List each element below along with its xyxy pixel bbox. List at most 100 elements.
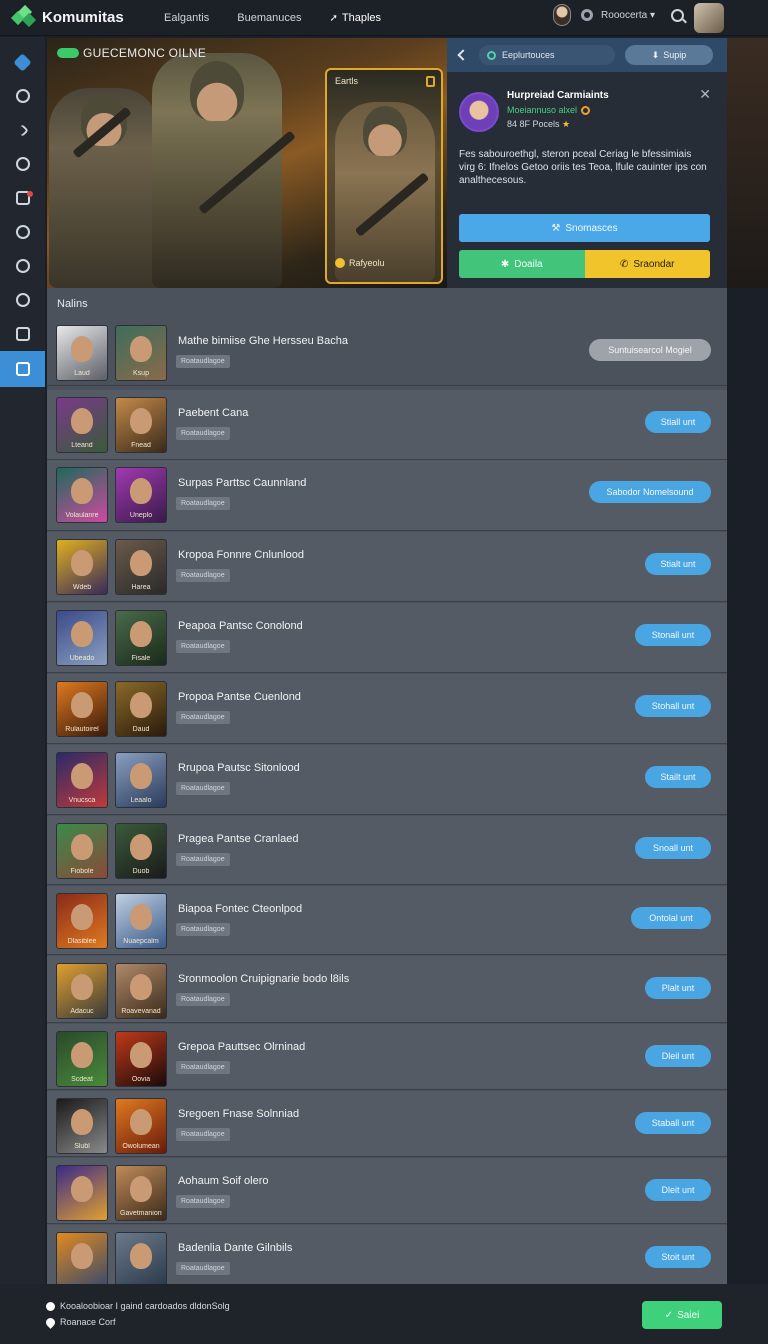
game-thumbnail[interactable] <box>56 1232 108 1284</box>
explore-tab[interactable]: Eeplurtouces <box>479 45 615 65</box>
game-thumbnail[interactable]: Ubeado <box>56 610 108 666</box>
list-item[interactable]: Gavetmaniont Aohaum Soif olero Roataudlago… <box>47 1158 727 1224</box>
search-icon[interactable] <box>671 8 684 22</box>
game-thumbnail[interactable]: Owolumean <box>115 1098 167 1154</box>
panel-edge-art <box>727 38 768 288</box>
character-portrait-icon <box>130 621 152 647</box>
game-thumbnail[interactable]: Adacuc <box>56 963 108 1019</box>
row-action-button[interactable]: Stailt unt <box>645 766 711 788</box>
game-thumbnail[interactable]: Ksup <box>115 325 167 381</box>
sidebar-item-discover[interactable] <box>0 79 45 113</box>
row-action-button[interactable]: Ontolal unt <box>631 907 711 929</box>
game-thumbnail[interactable]: Roavevanad <box>115 963 167 1019</box>
close-icon[interactable]: ✕ <box>699 86 711 103</box>
support-tab[interactable]: ⬇ Supip <box>625 45 713 65</box>
sidebar-item-history[interactable] <box>0 249 45 283</box>
row-action-button[interactable]: Stohall unt <box>635 695 711 717</box>
hero-banner[interactable]: GUECEMONC OILNE Eartls Rafyeolu <box>47 38 447 288</box>
game-thumbnail[interactable]: Leaalo <box>115 752 167 808</box>
list-item[interactable]: Volaulanre Uneplo Surpas Parttsc Caunnland… <box>47 460 727 531</box>
hero-featured-card[interactable]: Eartls Rafyeolu <box>325 68 443 284</box>
game-thumbnail[interactable]: Harea <box>115 539 167 595</box>
game-thumbnail[interactable]: Uneplo <box>115 467 167 523</box>
magnifier-icon <box>15 293 30 307</box>
list-item[interactable]: Ubeado Fisale Peapoa Pantsc Conolond Roatau… <box>47 603 727 673</box>
bookmark-icon[interactable] <box>426 76 435 87</box>
game-thumbnail[interactable]: Scdeat <box>56 1031 108 1087</box>
sidebar-item-layout[interactable] <box>0 351 45 387</box>
standard-button[interactable]: ✆ Sraondar <box>584 250 710 278</box>
game-thumbnail[interactable]: Nuaepcalm <box>115 893 167 949</box>
row-action-button[interactable]: Plalt unt <box>645 977 711 999</box>
sidebar-item-palette[interactable] <box>0 147 45 181</box>
list-item[interactable]: Laud Ksup Mathe bimiise Ghe Hersseu Bacha R… <box>47 318 727 386</box>
game-thumbnail[interactable] <box>115 1232 167 1284</box>
game-thumbnail[interactable]: Wdeb <box>56 539 108 595</box>
sidebar-item-search[interactable] <box>0 283 45 317</box>
game-thumbnail[interactable]: Vnucsca <box>56 752 108 808</box>
list-item[interactable]: Dlasiblee Nuaepcalm Biapoa Fontec Cteonlpo… <box>47 886 727 955</box>
nav-link-2[interactable]: Buemanuces <box>237 12 301 24</box>
panel-description: Fes sabouroethgl, steron pceal Ceriag le… <box>459 149 707 186</box>
sidebar-item-library[interactable] <box>0 181 45 215</box>
sidebar-item-messages[interactable] <box>0 215 45 249</box>
thumbnail-label: Ubeado <box>69 655 95 662</box>
game-thumbnail[interactable]: Laud <box>56 325 108 381</box>
list-item[interactable]: Adacuc Roavevanad Sronmoolon Cruipignarie … <box>47 956 727 1023</box>
card-label: Rafyeolu <box>349 258 385 268</box>
user-avatar[interactable] <box>459 92 499 132</box>
game-thumbnail[interactable]: Fnead <box>115 397 167 453</box>
details-button[interactable]: ✱ Doaila <box>459 250 585 278</box>
nav-link-3[interactable]: ➚ Thaples <box>329 12 381 24</box>
game-thumbnail[interactable]: Gavetmaniont <box>115 1165 167 1221</box>
game-thumbnail[interactable]: Lteand <box>56 397 108 453</box>
game-thumbnail[interactable]: Dlasiblee <box>56 893 108 949</box>
list-item[interactable]: Vnucsca Leaalo Rrupoa Pautsc Sitonlood Roat… <box>47 745 727 815</box>
nav-link-1[interactable]: Ealgantis <box>164 12 209 24</box>
sidebar-item-trending[interactable] <box>0 113 45 147</box>
sidebar-item-home[interactable] <box>0 45 45 79</box>
character-portrait-icon <box>71 904 93 930</box>
row-action-button[interactable]: Stiall unt <box>645 411 711 433</box>
save-button[interactable]: ✓ Saiei <box>642 1301 722 1329</box>
user-summary: Hurpreiad Carmiaints Moeiannuso alxel 84… <box>459 90 609 132</box>
back-chevron-icon[interactable] <box>457 49 469 61</box>
row-action-button[interactable]: Stoit unt <box>645 1246 711 1268</box>
game-thumbnail[interactable]: Fisale <box>115 610 167 666</box>
game-thumbnail[interactable] <box>56 1165 108 1221</box>
row-action-button[interactable]: Sabodor Nomelsound <box>589 481 711 503</box>
game-tag: Roataudlagoe <box>176 1262 230 1275</box>
compass-icon <box>15 89 30 103</box>
row-action-button[interactable]: Staball unt <box>635 1112 711 1134</box>
primary-action-button[interactable]: ⚒ Snomasces <box>459 214 710 242</box>
thumbnail-label: Vnucsca <box>68 797 96 804</box>
game-thumbnail[interactable]: Slubl <box>56 1098 108 1154</box>
user-avatar-small[interactable] <box>553 4 572 26</box>
app-logo[interactable]: Komumitas <box>10 4 142 30</box>
list-item[interactable]: Rulautoirel Daud Propoa Pantse Cuenlond Roa… <box>47 674 727 744</box>
character-portrait-icon <box>71 408 93 434</box>
row-action-button[interactable]: Dleil unt <box>645 1045 711 1067</box>
list-item[interactable]: Slubl Owolumean Sregoen Fnase Solnniad Roat… <box>47 1091 727 1157</box>
game-thumbnail[interactable]: Volaulanre <box>56 467 108 523</box>
game-thumbnail[interactable]: Fiobole <box>56 823 108 879</box>
row-action-button[interactable]: Stonall unt <box>635 624 711 646</box>
row-action-button[interactable]: Dleit unt <box>645 1179 711 1201</box>
account-menu[interactable]: Rooocerta ▾ <box>601 10 655 21</box>
character-portrait-icon <box>130 834 152 860</box>
list-item[interactable]: Scdeat Oovia Grepoa Pauttsec Olrninad Roata… <box>47 1024 727 1090</box>
list-item[interactable]: Lteand Fnead Paebent Cana Roataudlagoe Stial… <box>47 390 727 460</box>
game-thumbnail[interactable]: Rulautoirel <box>56 681 108 737</box>
thumbnail-label: Volaulanre <box>65 512 99 519</box>
row-action-button[interactable]: Stialt unt <box>645 553 711 575</box>
list-item[interactable]: Fiobole Duob Pragea Pantse Cranlaed Roataud… <box>47 816 727 885</box>
list-item[interactable]: Badenlia Dante Gilnbils Roataudlagoe Stoit… <box>47 1225 727 1284</box>
sidebar-item-book[interactable] <box>0 317 45 351</box>
profile-picture[interactable] <box>694 3 724 33</box>
game-thumbnail[interactable]: Daud <box>115 681 167 737</box>
row-action-button[interactable]: Snoall unt <box>635 837 711 859</box>
row-action-button[interactable]: Suntuisearcol Mogiel <box>589 339 711 361</box>
list-item[interactable]: Wdeb Harea Kropoa Fonnre Cnlunlood Roataudl… <box>47 532 727 602</box>
game-thumbnail[interactable]: Duob <box>115 823 167 879</box>
game-thumbnail[interactable]: Oovia <box>115 1031 167 1087</box>
